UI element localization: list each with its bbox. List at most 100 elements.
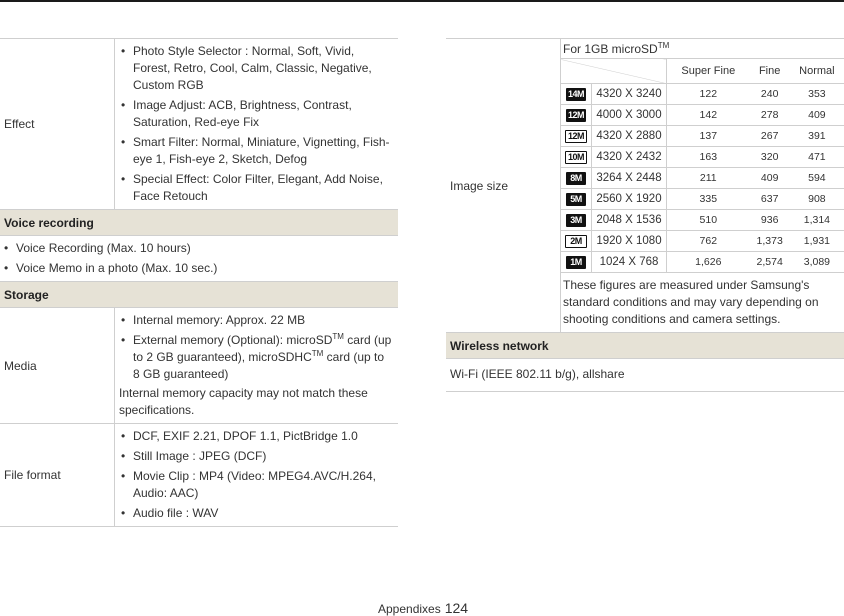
resolution-5m-icon: 5M (566, 192, 586, 206)
column-header: Normal (789, 58, 844, 84)
resolution-icon-cell: 10M (561, 146, 592, 168)
effect-item: Smart Filter: Normal, Miniature, Vignett… (119, 134, 394, 168)
capacity-value: 391 (789, 125, 844, 147)
resolution-value: 2560 X 1920 (591, 188, 667, 210)
resolution-value: 2048 X 1536 (591, 209, 667, 231)
wireless-network-row: Wi-Fi (IEEE 802.11 b/g), allshare (446, 358, 844, 392)
capacity-value: 137 (666, 125, 750, 147)
image-size-column-headers: Super Fine Fine Normal (561, 58, 844, 84)
resolution-icon-cell: 2M (561, 230, 592, 252)
top-rule (0, 0, 844, 2)
voice-recording-title: Voice recording (0, 209, 398, 236)
effect-item: Photo Style Selector : Normal, Soft, Viv… (119, 43, 394, 94)
resolution-icon-cell: 8M (561, 167, 592, 189)
resolution-value: 1024 X 768 (591, 251, 667, 273)
capacity-value: 267 (749, 125, 790, 147)
tm-mark: TM (332, 332, 344, 341)
capacity-value: 936 (749, 209, 790, 231)
page-footer: Appendixes 124 (378, 600, 468, 616)
storage-title: Storage (0, 281, 398, 308)
media-content: Internal memory: Approx. 22 MB External … (114, 307, 398, 424)
file-format-item: Movie Clip : MP4 (Video: MPEG4.AVC/H.264… (119, 468, 394, 502)
capacity-value: 2,574 (749, 251, 790, 273)
image-size-table-row: 14M 4320 X 3240 122 240 353 (561, 83, 844, 105)
page-number: 124 (444, 600, 469, 616)
resolution-2m-icon: 2M (565, 234, 587, 248)
voice-recording-row: Voice Recording (Max. 10 hours) Voice Me… (0, 235, 398, 282)
left-column: Effect Photo Style Selector : Normal, So… (0, 38, 398, 527)
resolution-1m-icon: 1M (566, 255, 586, 269)
capacity-value: 471 (789, 146, 844, 168)
media-label: Media (0, 307, 115, 424)
file-format-content: DCF, EXIF 2.21, DPOF 1.1, PictBridge 1.0… (114, 423, 398, 527)
media-note: Internal memory capacity may not match t… (119, 386, 368, 417)
capacity-value: 335 (666, 188, 750, 210)
image-size-rows: 14M 4320 X 3240 122 240 353 12M 4000 X 3000 142… (561, 83, 844, 273)
resolution-value: 3264 X 2448 (591, 167, 667, 189)
capacity-value: 240 (749, 83, 790, 105)
voice-recording-header: Voice recording (0, 209, 398, 236)
capacity-value: 409 (789, 104, 844, 126)
column-header: Super Fine (666, 58, 750, 84)
capacity-value: 278 (749, 104, 790, 126)
resolution-icon-cell: 3M (561, 209, 592, 231)
wireless-network-header: Wireless network (446, 332, 844, 359)
capacity-value: 3,089 (789, 251, 844, 273)
image-size-row: Image size For 1GB microSDTM Super Fine … (446, 38, 844, 333)
right-column: Image size For 1GB microSDTM Super Fine … (446, 38, 844, 392)
capacity-value: 409 (749, 167, 790, 189)
file-format-row: File format DCF, EXIF 2.21, DPOF 1.1, Pi… (0, 423, 398, 527)
resolution-icon-cell: 5M (561, 188, 592, 210)
media-item-internal: Internal memory: Approx. 22 MB (119, 312, 394, 329)
effect-list: Photo Style Selector : Normal, Soft, Viv… (119, 43, 394, 205)
file-format-label: File format (0, 423, 115, 527)
file-format-item: Still Image : JPEG (DCF) (119, 448, 394, 465)
external-text-a: External memory (Optional): microSD (133, 333, 333, 347)
media-item-external: External memory (Optional): microSDTM ca… (119, 332, 394, 383)
image-size-table-row: 12M 4320 X 2880 137 267 391 (561, 125, 844, 147)
file-format-item: Audio file : WAV (119, 505, 394, 522)
resolution-icon-cell: 14M (561, 83, 592, 105)
effect-label: Effect (0, 38, 115, 210)
capacity-value: 163 (666, 146, 750, 168)
resolution-value: 4000 X 3000 (591, 104, 667, 126)
media-list: Internal memory: Approx. 22 MB External … (119, 312, 394, 383)
image-size-table-row: 12M 4000 X 3000 142 278 409 (561, 104, 844, 126)
resolution-10m-icon: 10M (565, 150, 587, 164)
image-size-table-row: 10M 4320 X 2432 163 320 471 (561, 146, 844, 168)
image-size-header-text: For 1GB microSD (563, 42, 658, 56)
capacity-value: 353 (789, 83, 844, 105)
capacity-value: 1,931 (789, 230, 844, 252)
capacity-value: 320 (749, 146, 790, 168)
resolution-3m-icon: 3M (566, 213, 586, 227)
image-size-table-row: 1M 1024 X 768 1,626 2,574 3,089 (561, 251, 844, 273)
resolution-value: 1920 X 1080 (591, 230, 667, 252)
resolution-14m-icon: 14M (566, 87, 586, 101)
wireless-network-title: Wireless network (446, 332, 844, 359)
resolution-8m-icon: 8M (566, 171, 586, 185)
image-size-note: These figures are measured under Samsung… (563, 278, 819, 326)
voice-list: Voice Recording (Max. 10 hours) Voice Me… (0, 240, 394, 277)
voice-recording-content: Voice Recording (Max. 10 hours) Voice Me… (0, 235, 398, 282)
diagonal-header-cell (561, 58, 667, 84)
effect-content: Photo Style Selector : Normal, Soft, Viv… (114, 38, 398, 210)
resolution-icon-cell: 1M (561, 251, 592, 273)
spec-table-right: Image size For 1GB microSDTM Super Fine … (446, 38, 844, 392)
tm-mark: TM (311, 349, 324, 358)
image-size-table-row: 2M 1920 X 1080 762 1,373 1,931 (561, 230, 844, 252)
voice-item: Voice Memo in a photo (Max. 10 sec.) (0, 260, 394, 277)
image-size-header: For 1GB microSDTM (561, 39, 844, 58)
capacity-value: 1,626 (666, 251, 750, 273)
capacity-value: 1,373 (749, 230, 790, 252)
capacity-value: 122 (666, 83, 750, 105)
resolution-12m-icon: 12M (565, 129, 587, 143)
effect-row: Effect Photo Style Selector : Normal, So… (0, 38, 398, 210)
spec-table-left: Effect Photo Style Selector : Normal, So… (0, 38, 398, 527)
resolution-icon-cell: 12M (561, 104, 592, 126)
file-format-item: DCF, EXIF 2.21, DPOF 1.1, PictBridge 1.0 (119, 428, 394, 445)
resolution-value: 4320 X 2880 (591, 125, 667, 147)
effect-item: Image Adjust: ACB, Brightness, Contrast,… (119, 97, 394, 131)
column-header: Fine (749, 58, 790, 84)
image-size-content: For 1GB microSDTM Super Fine Fine Normal… (560, 38, 844, 333)
media-row: Media Internal memory: Approx. 22 MB Ext… (0, 307, 398, 424)
